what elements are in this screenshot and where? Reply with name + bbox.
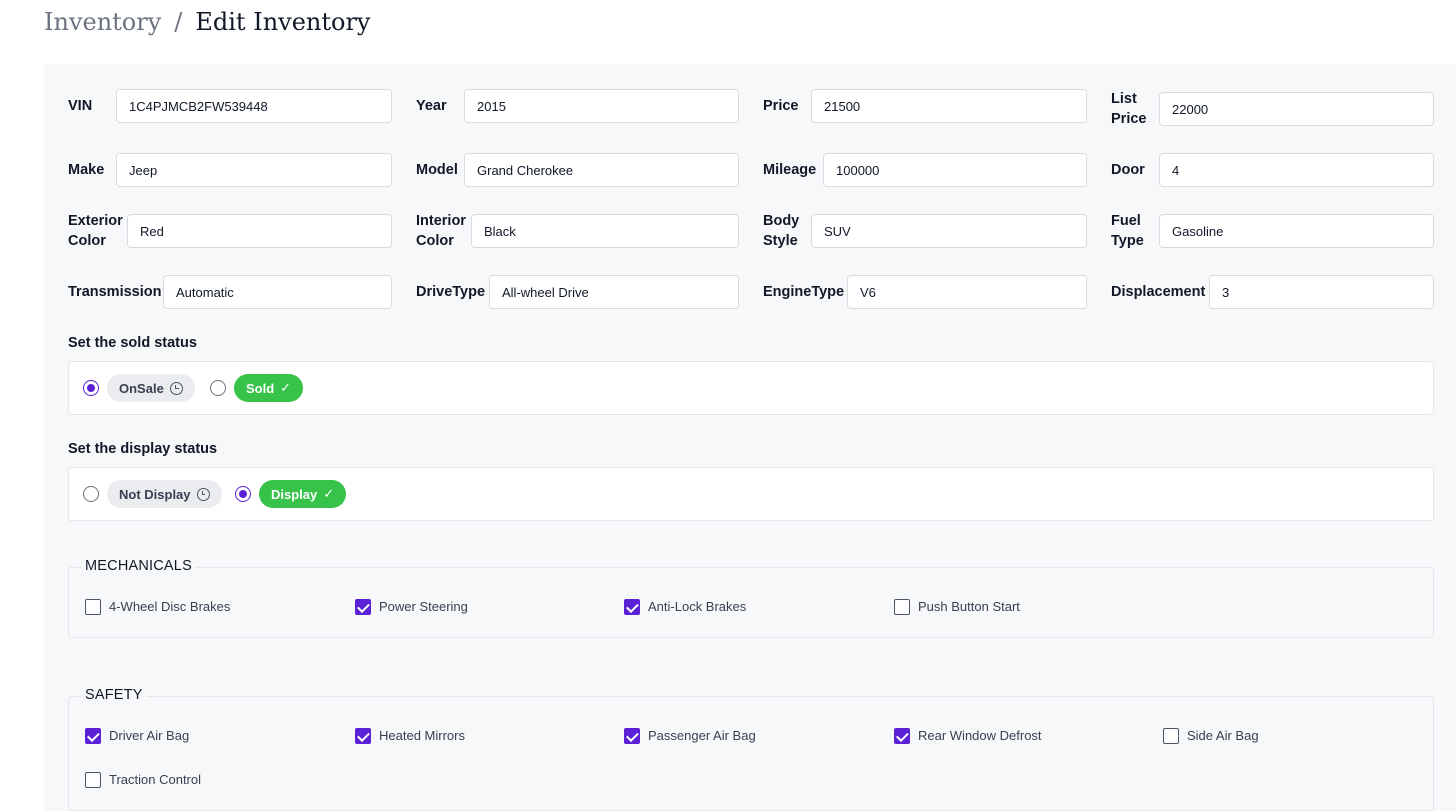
door-label: Door [1111, 162, 1145, 178]
transmission-label: Transmission [68, 284, 162, 300]
power-steering-label[interactable]: Power Steering [379, 599, 468, 614]
side-air-bag-label[interactable]: Side Air Bag [1187, 728, 1259, 743]
exterior-color-input[interactable]: Red [127, 214, 392, 248]
year-label: Year [416, 98, 447, 114]
passenger-air-bag-checkbox[interactable] [624, 728, 640, 744]
traction-control-label[interactable]: Traction Control [109, 772, 201, 787]
anti-lock-brakes-checkbox[interactable] [624, 599, 640, 615]
anti-lock-brakes-label[interactable]: Anti-Lock Brakes [648, 599, 746, 614]
disc-brakes-label[interactable]: 4-Wheel Disc Brakes [109, 599, 230, 614]
body-style-label: Body Style [763, 213, 800, 249]
door-input[interactable]: 4 [1159, 153, 1434, 187]
not-display-chip[interactable]: Not Display [107, 480, 222, 508]
traction-control-checkbox[interactable] [85, 772, 101, 788]
model-label: Model [416, 162, 458, 178]
push-button-start-checkbox[interactable] [894, 599, 910, 615]
rear-window-defrost-label[interactable]: Rear Window Defrost [918, 728, 1042, 743]
price-input[interactable]: 21500 [811, 89, 1087, 123]
list-price-input[interactable]: 22000 [1159, 92, 1434, 126]
engine-type-label: EngineType [763, 284, 845, 300]
disc-brakes-checkbox[interactable] [85, 599, 101, 615]
side-air-bag-checkbox[interactable] [1163, 728, 1179, 744]
driver-air-bag-label[interactable]: Driver Air Bag [109, 728, 189, 743]
driver-air-bag-checkbox[interactable] [85, 728, 101, 744]
year-input[interactable]: 2015 [464, 89, 739, 123]
sold-radio[interactable] [210, 380, 226, 396]
display-label: Display [271, 486, 318, 502]
list-price-label: List Price [1111, 91, 1147, 127]
interior-color-input[interactable]: Black [471, 214, 739, 248]
check-icon: ✓ [280, 380, 292, 395]
model-input[interactable]: Grand Cherokee [464, 153, 739, 187]
engine-type-input[interactable]: V6 [847, 275, 1087, 309]
onsale-label: OnSale [119, 380, 164, 396]
interior-color-label: Interior Color [416, 213, 466, 249]
rear-window-defrost-checkbox[interactable] [894, 728, 910, 744]
passenger-air-bag-label[interactable]: Passenger Air Bag [648, 728, 756, 743]
drive-type-label: DriveType [416, 284, 486, 300]
not-display-radio[interactable] [83, 486, 99, 502]
safety-fieldset [68, 696, 1434, 811]
clock-icon [196, 487, 210, 501]
body-style-input[interactable]: SUV [811, 214, 1087, 248]
vin-input[interactable]: 1C4PJMCB2FW539448 [116, 89, 392, 123]
display-status-heading: Set the display status [68, 441, 218, 457]
vin-label: VIN [68, 98, 93, 114]
onsale-chip[interactable]: OnSale [107, 374, 195, 402]
sold-status-heading: Set the sold status [68, 335, 197, 351]
fuel-type-label: Fuel Type [1111, 213, 1144, 249]
transmission-input[interactable]: Automatic [163, 275, 392, 309]
exterior-color-label: Exterior Color [68, 213, 123, 249]
sold-chip[interactable]: Sold ✓ [234, 374, 304, 402]
displacement-label: Displacement [1111, 284, 1206, 300]
check-icon: ✓ [323, 486, 335, 501]
clock-icon [169, 381, 183, 395]
push-button-start-label[interactable]: Push Button Start [918, 599, 1020, 614]
not-display-label: Not Display [119, 486, 191, 502]
heated-mirrors-label[interactable]: Heated Mirrors [379, 728, 465, 743]
breadcrumb: Inventory / Edit Inventory [44, 8, 371, 36]
display-radio[interactable] [235, 486, 251, 502]
heated-mirrors-checkbox[interactable] [355, 728, 371, 744]
breadcrumb-separator: / [174, 8, 183, 36]
mileage-label: Mileage [763, 162, 817, 178]
display-chip[interactable]: Display ✓ [259, 480, 347, 508]
drive-type-input[interactable]: All-wheel Drive [489, 275, 739, 309]
make-input[interactable]: Jeep [116, 153, 392, 187]
mileage-input[interactable]: 100000 [823, 153, 1087, 187]
safety-legend: SAFETY [81, 687, 147, 703]
make-label: Make [68, 162, 105, 178]
page-title: Edit Inventory [195, 8, 371, 36]
fuel-type-input[interactable]: Gasoline [1159, 214, 1434, 248]
power-steering-checkbox[interactable] [355, 599, 371, 615]
mechanicals-fieldset [68, 567, 1434, 638]
mechanicals-legend: MECHANICALS [81, 558, 196, 574]
sold-label: Sold [246, 380, 275, 396]
onsale-radio[interactable] [83, 380, 99, 396]
displacement-input[interactable]: 3 [1209, 275, 1434, 309]
price-label: Price [763, 98, 799, 114]
breadcrumb-inventory-link[interactable]: Inventory [44, 8, 161, 36]
